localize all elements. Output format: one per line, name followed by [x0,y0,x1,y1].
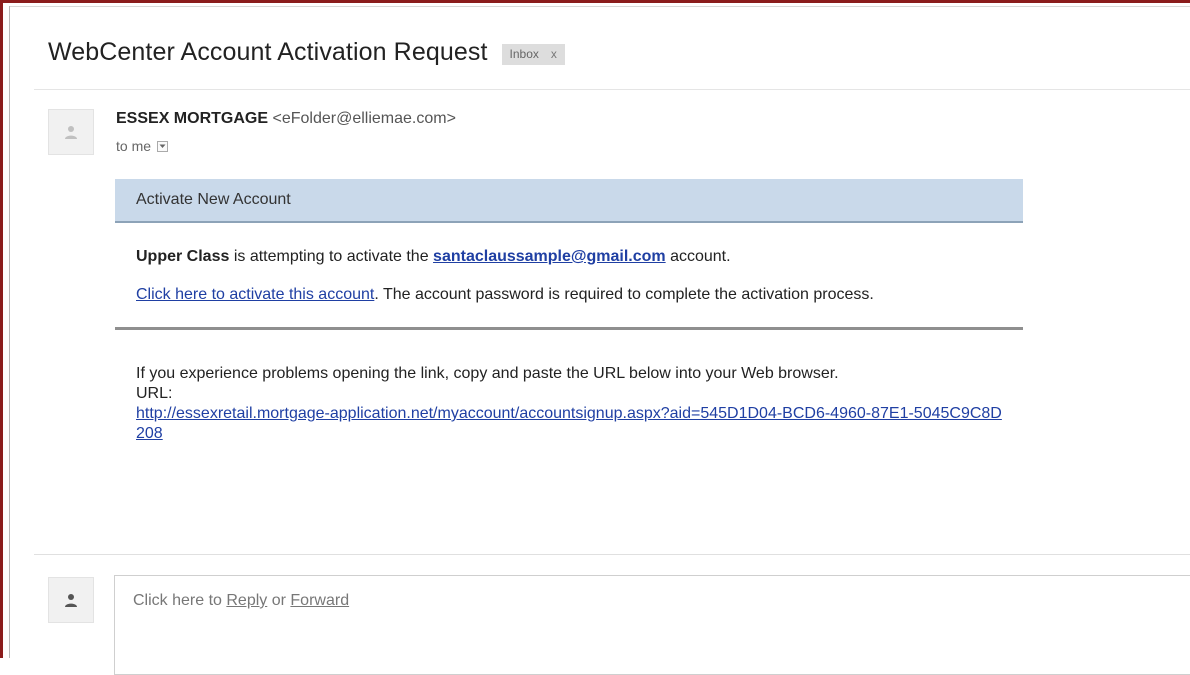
signup-url-link[interactable]: http://essexretail.mortgage-application.… [136,404,1006,444]
reply-divider [34,554,1190,555]
inbox-label-text: Inbox [509,47,539,61]
activation-text-1: is attempting to activate the [229,248,434,265]
left-rule [9,6,10,658]
help-text: If you experience problems opening the l… [136,365,839,382]
inbox-label[interactable]: Inbox x [501,44,565,65]
remove-label-button[interactable]: x [551,47,557,61]
show-details-button[interactable] [157,140,169,152]
activate-banner: Activate New Account [115,179,1023,223]
requester-name: Upper Class [136,248,230,265]
help-paragraph: If you experience problems opening the l… [115,364,1006,444]
subject-divider [34,89,1190,90]
forward-link[interactable]: Forward [290,592,349,609]
person-icon [65,594,77,607]
message-body: Activate New Account Upper Class is atte… [115,179,1023,444]
recipient-text: to me [116,138,152,154]
reply-prompt: Click here to Reply or Forward [133,592,349,610]
recipient-line: to me [116,138,169,154]
reply-link[interactable]: Reply [226,592,267,609]
sender-name[interactable]: ESSEX MORTGAGE [116,110,268,127]
email-subject-bar: WebCenter Account Activation Request Inb… [48,38,565,67]
sender-email: <eFolder@elliemae.com> [272,110,456,127]
account-email-link[interactable]: santaclaussample@gmail.com [433,248,666,265]
url-label: URL: [136,385,173,402]
activation-paragraph: Upper Class is attempting to activate th… [115,247,1023,267]
sender-line: ESSEX MORTGAGE <eFolder@elliemae.com> [116,110,456,128]
reply-or: or [267,592,291,609]
reply-prefix: Click here to [133,592,227,609]
content-divider [115,327,1023,330]
reply-box[interactable]: Click here to Reply or Forward [114,575,1190,675]
chevron-down-icon [159,144,166,148]
activation-text-2: account. [665,248,731,265]
instructions-text: . The account password is required to co… [374,286,874,303]
activate-account-link[interactable]: Click here to activate this account [136,286,374,303]
person-icon [65,126,77,139]
email-subject: WebCenter Account Activation Request [48,38,488,66]
sender-avatar[interactable] [48,109,94,155]
user-avatar[interactable] [48,577,94,623]
instructions-paragraph: Click here to activate this account. The… [115,285,976,305]
top-rule [9,6,1190,7]
